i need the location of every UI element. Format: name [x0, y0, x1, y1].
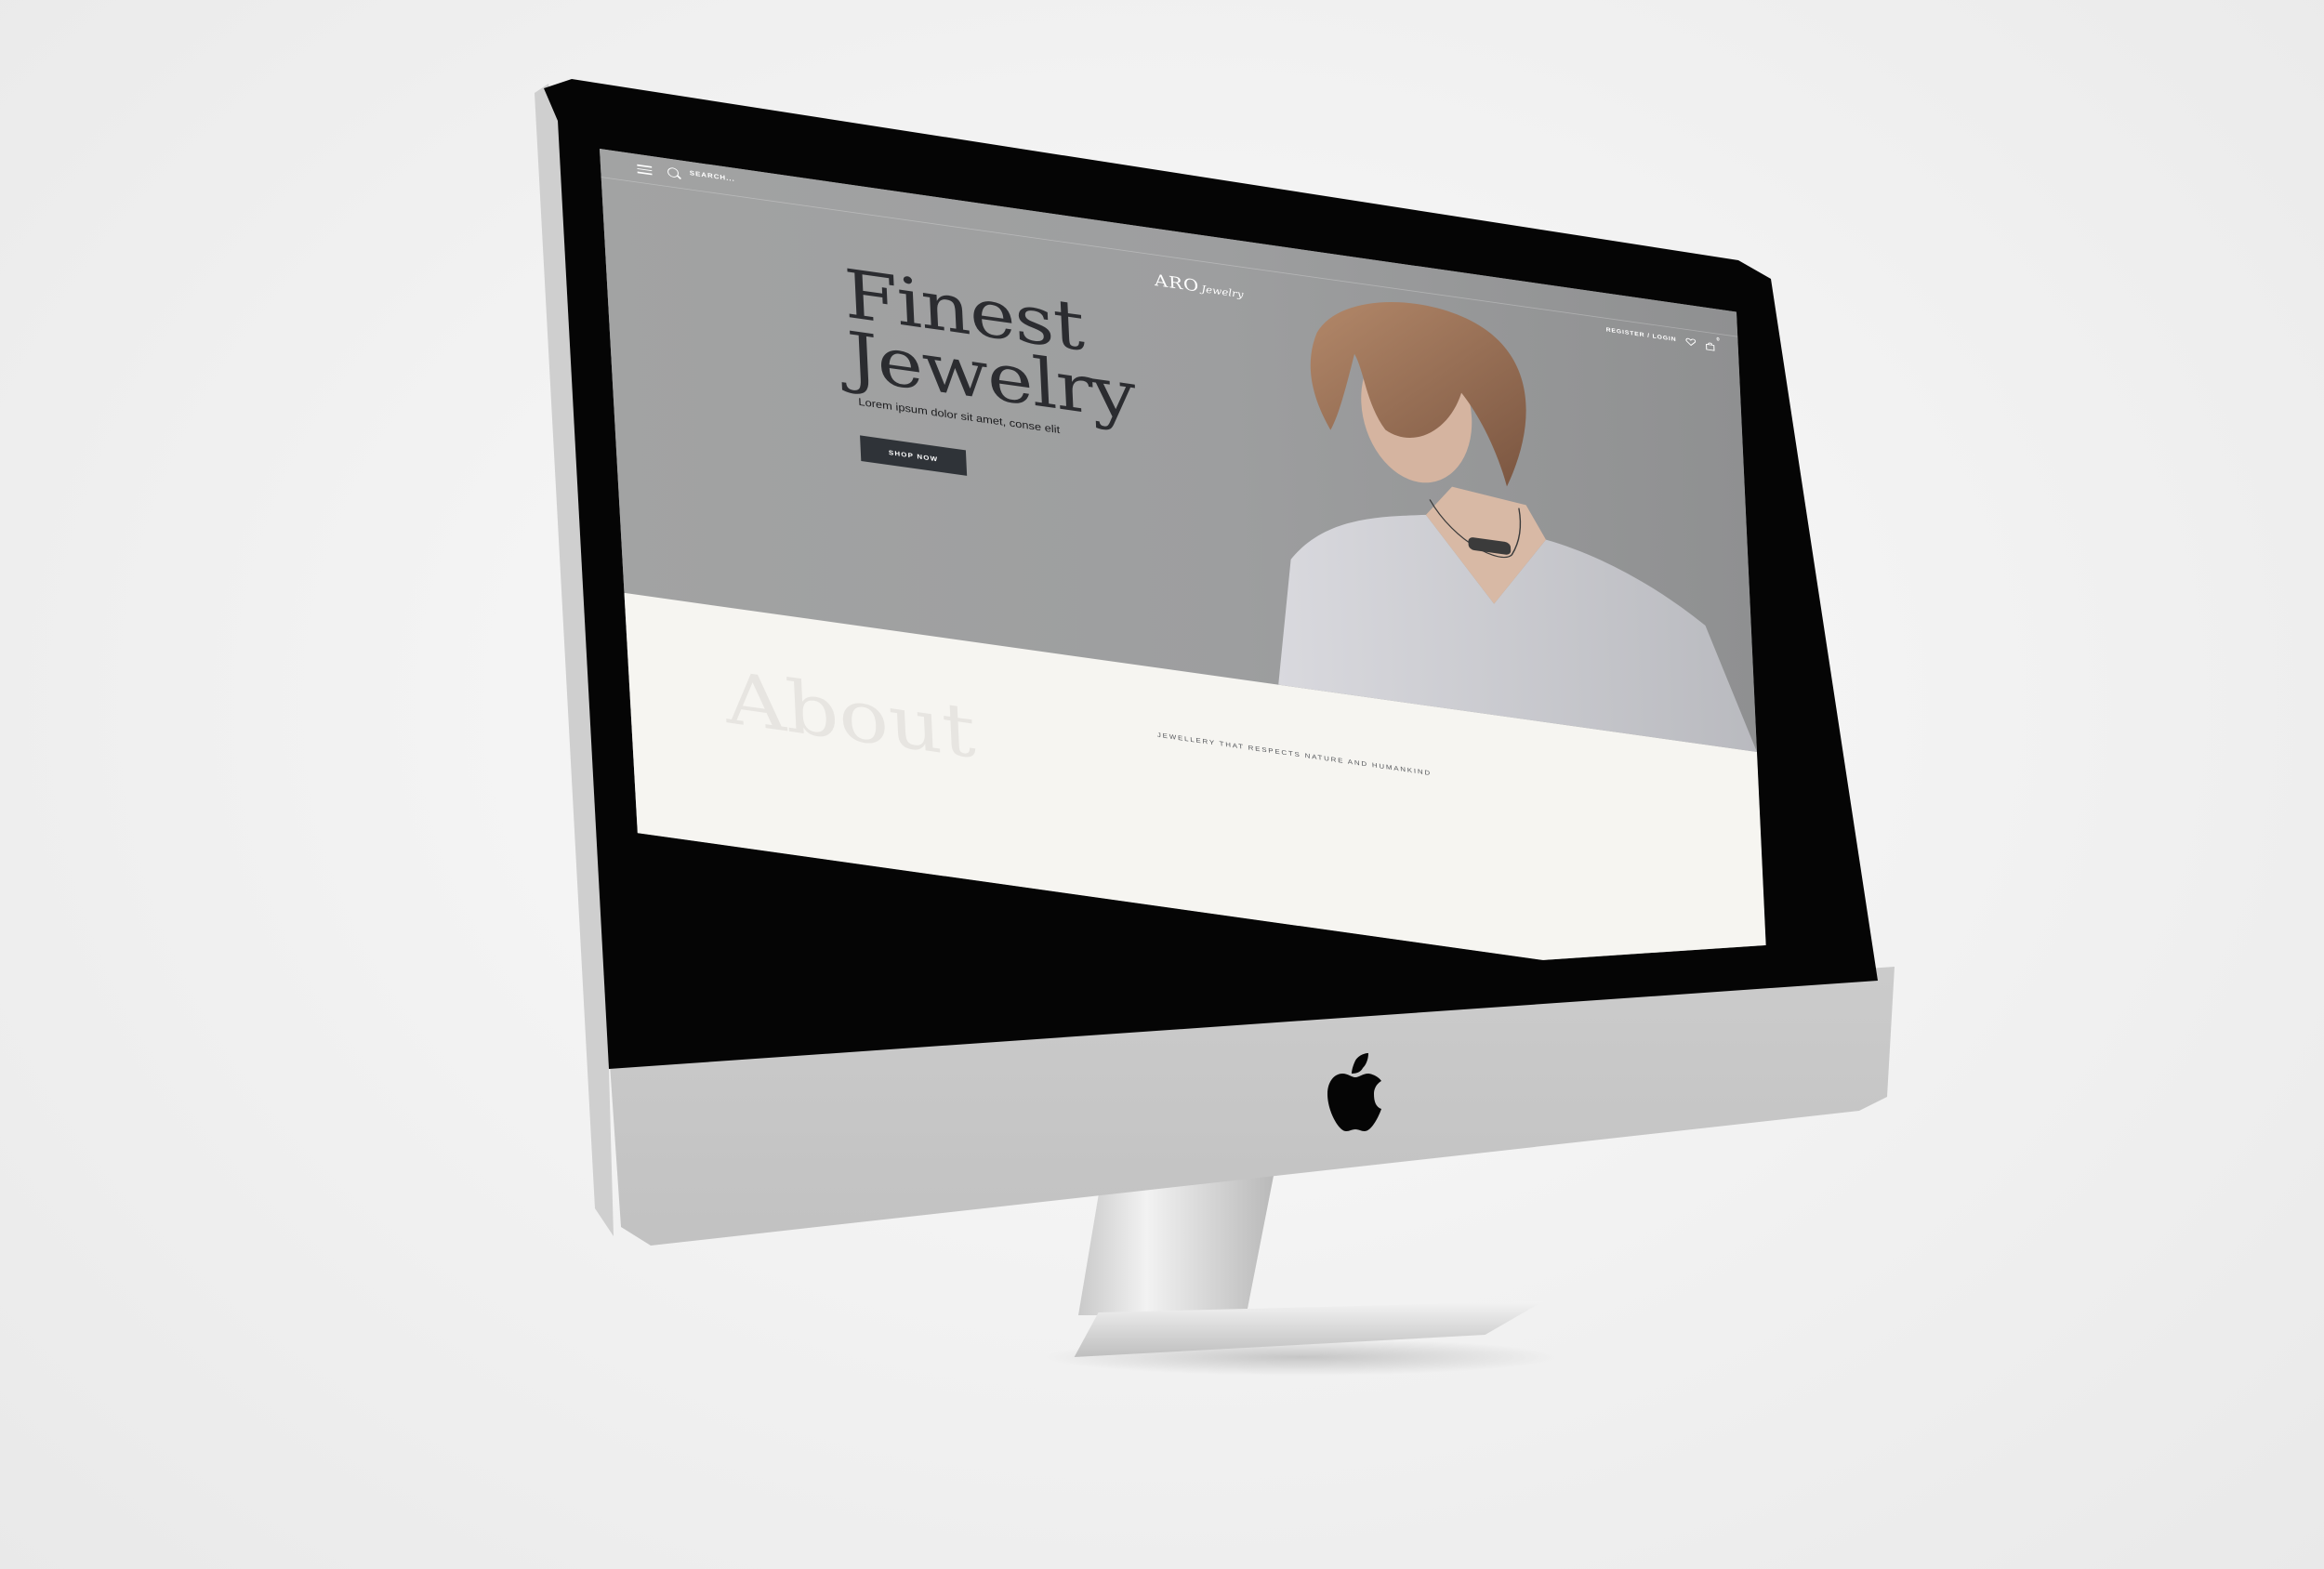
- brand-name: ARO: [1154, 270, 1200, 297]
- shop-now-button[interactable]: SHOP NOW: [860, 435, 968, 476]
- bag-icon: [1706, 342, 1715, 351]
- about-tagline: JEWELLERY THAT RESPECTS NATURE AND HUMAN…: [1156, 731, 1433, 777]
- brand-logo[interactable]: AROJewelry: [1154, 270, 1244, 302]
- search-icon[interactable]: [667, 166, 680, 178]
- apple-logo-icon: [1327, 1053, 1381, 1131]
- menu-icon[interactable]: [637, 164, 653, 176]
- heart-icon[interactable]: [1685, 336, 1697, 347]
- about-ghost-title: About: [723, 655, 978, 775]
- brand-script: Jewelry: [1201, 283, 1244, 301]
- desktop-mockup: AROJewelry REGISTER / LOGIN 0: [0, 0, 2324, 1569]
- cart-button[interactable]: 0: [1705, 337, 1720, 351]
- cart-count: 0: [1716, 336, 1720, 343]
- imac-stand-neck: [1078, 1176, 1274, 1315]
